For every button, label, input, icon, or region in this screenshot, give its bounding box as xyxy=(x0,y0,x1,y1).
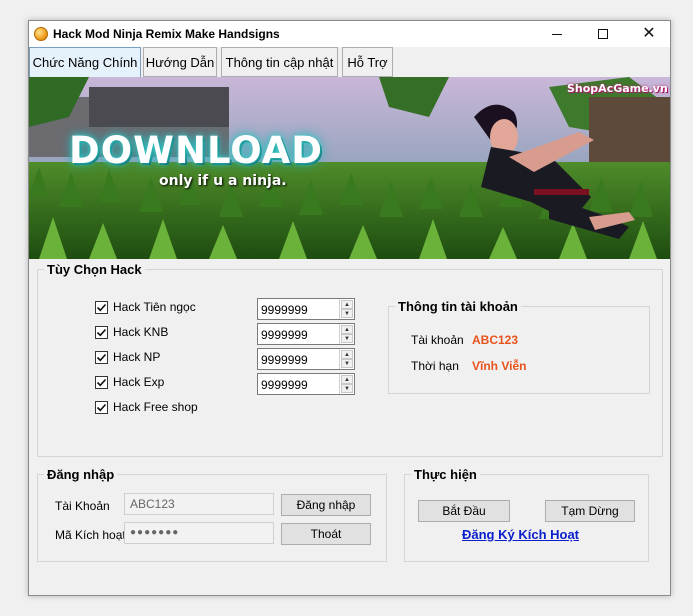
banner-title: DOWNLOAD xyxy=(69,129,324,172)
exit-button[interactable]: Thoát xyxy=(281,523,371,545)
check-icon xyxy=(96,328,107,336)
activation-key-label: Mã Kích hoạt xyxy=(55,528,126,542)
exp-stepper[interactable]: 9999999 ▲ ▼ xyxy=(257,373,355,395)
check-icon xyxy=(96,378,107,386)
banner-brand-logo: ShopAcGame.vn xyxy=(567,82,668,95)
register-activation-link[interactable]: Đăng Ký Kích Hoạt xyxy=(462,527,579,542)
stepper-value[interactable]: 9999999 xyxy=(261,303,308,317)
actions-title: Thực hiện xyxy=(411,467,480,482)
stepper-down-icon[interactable]: ▼ xyxy=(341,334,353,343)
checkbox-label: Hack NP xyxy=(113,350,161,364)
login-account-field[interactable]: ABC123 xyxy=(124,493,274,515)
hack-option-row[interactable]: Hack Tiên ngọc xyxy=(95,300,196,314)
stepper-down-icon[interactable]: ▼ xyxy=(341,359,353,368)
banner-subtitle: only if u a ninja. xyxy=(159,173,287,189)
main-window: Hack Mod Ninja Remix Make Handsigns ✕ Ch… xyxy=(28,20,671,596)
app-icon xyxy=(34,27,48,41)
hack-option-row[interactable]: Hack Exp xyxy=(95,375,164,389)
checkbox-hack-knb[interactable] xyxy=(95,325,108,339)
account-info-title: Thông tin tài khoản xyxy=(395,299,521,314)
actions-group: Thực hiện Bắt Đầu Tạm Dừng Đăng Ký Kích … xyxy=(404,467,649,562)
account-info-group: Thông tin tài khoản Tài khoản ABC123 Thờ… xyxy=(388,299,650,394)
check-icon xyxy=(96,403,107,411)
banner-image: DOWNLOAD only if u a ninja. ShopAcGame.v… xyxy=(29,77,670,259)
term-value: Vĩnh Viễn xyxy=(472,359,527,373)
checkbox-label: Hack Free shop xyxy=(113,400,198,414)
checkbox-hack-np[interactable] xyxy=(95,350,108,364)
close-icon: ✕ xyxy=(642,25,656,42)
hack-options-group: Tùy Chọn Hack Hack Tiên ngọc Hack KNB Ha… xyxy=(37,262,663,457)
login-title: Đăng nhập xyxy=(44,467,118,482)
window-title: Hack Mod Ninja Remix Make Handsigns xyxy=(53,27,280,41)
check-icon xyxy=(96,303,107,311)
maximize-icon xyxy=(598,29,608,39)
stepper-value[interactable]: 9999999 xyxy=(261,328,308,342)
checkbox-hack-free-shop[interactable] xyxy=(95,400,108,414)
activation-key-field[interactable]: ●●●●●●● xyxy=(124,522,274,544)
check-icon xyxy=(96,353,107,361)
checkbox-label: Hack Tiên ngọc xyxy=(113,300,196,314)
stepper-down-icon[interactable]: ▼ xyxy=(341,309,353,318)
checkbox-label: Hack Exp xyxy=(113,375,165,389)
stepper-down-icon[interactable]: ▼ xyxy=(341,384,353,393)
stepper-value[interactable]: 9999999 xyxy=(261,378,308,392)
term-label: Thời hạn xyxy=(411,359,459,373)
login-account-label: Tài Khoản xyxy=(55,499,110,513)
checkbox-hack-tien-ngoc[interactable] xyxy=(95,300,108,314)
start-button[interactable]: Bắt Đầu xyxy=(418,500,510,522)
hack-option-row[interactable]: Hack Free shop xyxy=(95,400,198,414)
tab-support[interactable]: Hỗ Trợ xyxy=(342,47,393,77)
np-stepper[interactable]: 9999999 ▲ ▼ xyxy=(257,348,355,370)
login-button[interactable]: Đăng nhập xyxy=(281,494,371,516)
checkbox-label: Hack KNB xyxy=(113,325,169,339)
maximize-button[interactable] xyxy=(580,21,626,47)
title-bar[interactable]: Hack Mod Ninja Remix Make Handsigns ✕ xyxy=(29,21,670,47)
stepper-up-icon[interactable]: ▲ xyxy=(341,375,353,384)
stepper-up-icon[interactable]: ▲ xyxy=(341,350,353,359)
tab-guide[interactable]: Hướng Dẫn xyxy=(143,47,217,77)
stepper-up-icon[interactable]: ▲ xyxy=(341,325,353,334)
stepper-up-icon[interactable]: ▲ xyxy=(341,300,353,309)
hack-option-row[interactable]: Hack NP xyxy=(95,350,160,364)
account-value: ABC123 xyxy=(472,333,519,347)
stepper-value[interactable]: 9999999 xyxy=(261,353,308,367)
tab-update-info[interactable]: Thông tin cập nhật xyxy=(221,47,338,77)
tab-strip: Chức Năng Chính Hướng Dẫn Thông tin cập … xyxy=(29,47,670,78)
hack-option-row[interactable]: Hack KNB xyxy=(95,325,168,339)
tien-ngoc-stepper[interactable]: 9999999 ▲ ▼ xyxy=(257,298,355,320)
pause-button[interactable]: Tạm Dừng xyxy=(545,500,635,522)
login-group: Đăng nhập Tài Khoản ABC123 Đăng nhập Mã … xyxy=(37,467,387,562)
tab-main-functions[interactable]: Chức Năng Chính xyxy=(29,47,141,78)
knb-stepper[interactable]: 9999999 ▲ ▼ xyxy=(257,323,355,345)
checkbox-hack-exp[interactable] xyxy=(95,375,108,389)
minimize-button[interactable] xyxy=(534,21,580,47)
account-label: Tài khoản xyxy=(411,333,464,347)
close-button[interactable]: ✕ xyxy=(626,21,672,47)
minimize-icon xyxy=(552,33,562,35)
hack-options-title: Tùy Chọn Hack xyxy=(44,262,145,277)
